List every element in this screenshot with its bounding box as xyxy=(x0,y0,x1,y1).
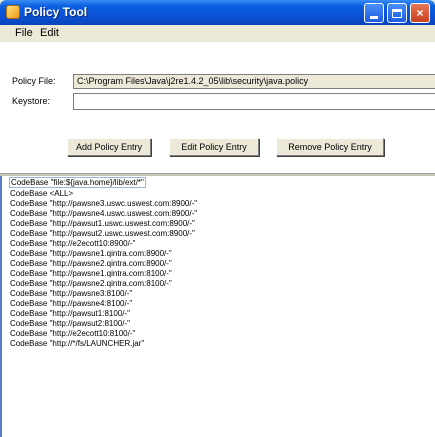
java-app-icon xyxy=(6,5,20,19)
policy-file-field[interactable]: C:\Program Files\Java\j2re1.4.2_05\lib\s… xyxy=(73,74,435,89)
menu-bar: File Edit xyxy=(0,25,435,42)
minimize-icon xyxy=(370,15,378,19)
maximize-button[interactable] xyxy=(387,3,407,23)
keystore-field[interactable] xyxy=(73,93,435,110)
menu-file[interactable]: File xyxy=(15,27,33,39)
keystore-label: Keystore: xyxy=(12,96,51,106)
list-item[interactable]: CodeBase "file:${java.home}/lib/ext/*" xyxy=(9,177,146,188)
policy-form: Policy File: C:\Program Files\Java\j2re1… xyxy=(0,42,435,173)
close-icon: × xyxy=(416,6,424,20)
policy-tool-window: Policy Tool × File Edit Policy File: C:\… xyxy=(0,0,435,437)
window-title: Policy Tool xyxy=(24,5,88,19)
edit-policy-entry-button[interactable]: Edit Policy Entry xyxy=(169,138,259,156)
add-policy-entry-button[interactable]: Add Policy Entry xyxy=(67,138,151,156)
menu-edit[interactable]: Edit xyxy=(40,27,59,39)
close-button[interactable]: × xyxy=(410,3,430,23)
maximize-icon xyxy=(392,8,402,18)
minimize-button[interactable] xyxy=(364,3,384,23)
remove-policy-entry-button[interactable]: Remove Policy Entry xyxy=(276,138,384,156)
policy-file-label: Policy File: xyxy=(12,76,56,86)
list-item[interactable]: CodeBase "http://*/fs/LAUNCHER.jar" xyxy=(10,338,144,349)
policy-entry-list: CodeBase "file:${java.home}/lib/ext/*" C… xyxy=(0,176,435,437)
title-bar[interactable]: Policy Tool × xyxy=(0,0,435,25)
